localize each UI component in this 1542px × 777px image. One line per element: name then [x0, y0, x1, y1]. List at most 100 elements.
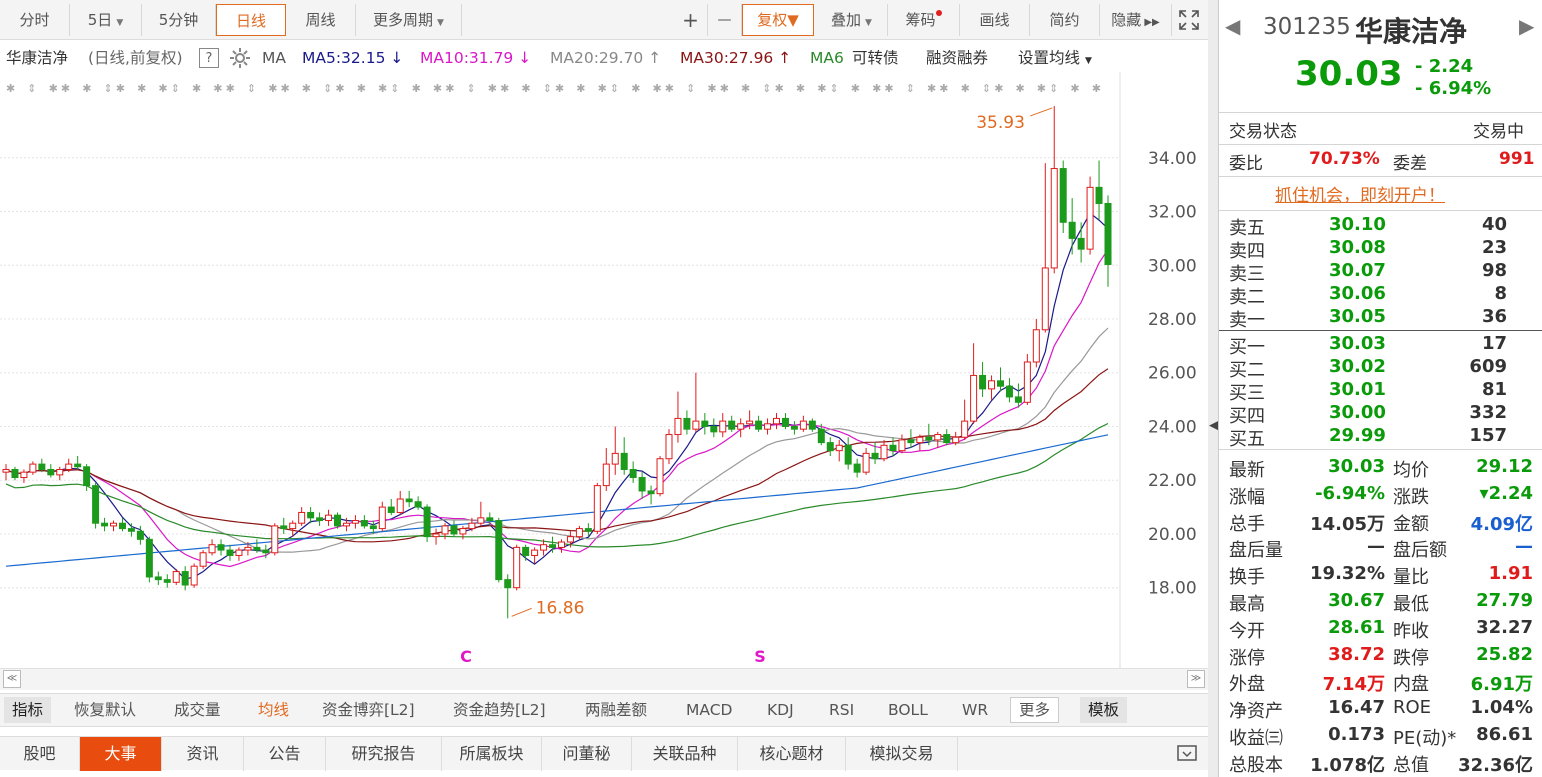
news-tab-3[interactable]: 公告	[244, 737, 326, 771]
candle-up	[468, 522, 476, 530]
status-label: 交易状态	[1229, 122, 1297, 142]
event-marker-icon: ✱	[872, 82, 881, 95]
tab-5min[interactable]: 5分钟	[142, 4, 216, 36]
news-tab-9[interactable]: 模拟交易	[846, 737, 958, 771]
bid-row[interactable]: 买三 30.01 81	[1219, 379, 1542, 404]
news-tab-2[interactable]: 资讯	[162, 737, 244, 771]
download-icon[interactable]	[1172, 737, 1202, 776]
hide-button[interactable]: 隐藏 ▶▶	[1100, 4, 1172, 36]
draw-line-button[interactable]: 画线	[960, 4, 1030, 36]
news-tab-8[interactable]: 核心题材	[738, 737, 846, 771]
event-marker-icon: ⇕	[467, 82, 476, 95]
indicator-tab-more[interactable]: 更多	[1010, 697, 1060, 723]
panel-splitter[interactable]: ◀	[1208, 0, 1219, 777]
candle-down	[790, 425, 798, 430]
indicator-tab-7[interactable]: MACD	[686, 694, 732, 726]
open-account-link[interactable]: 抓住机会，即刻开户！	[1275, 181, 1445, 206]
prev-stock-icon[interactable]: ◀	[1225, 14, 1240, 38]
news-tab-5[interactable]: 所属板块	[442, 737, 542, 771]
candle-up	[952, 436, 960, 444]
indicator-tab-5[interactable]: 资金趋势[L2]	[453, 694, 546, 726]
ask-row[interactable]: 卖四 30.08 23	[1219, 237, 1542, 262]
candle-up	[970, 374, 978, 422]
simple-mode-button[interactable]: 简约	[1030, 4, 1100, 36]
bid-row[interactable]: 买五 29.99 157	[1219, 425, 1542, 450]
candle-down	[522, 546, 530, 556]
tab-fenshi[interactable]: 分时	[0, 4, 70, 36]
indicator-tab-2[interactable]: 成交量	[174, 694, 221, 726]
candle-down	[226, 549, 234, 556]
news-tab-0[interactable]: 股吧	[0, 737, 80, 771]
candle-up	[1041, 267, 1049, 331]
tab-5day[interactable]: 5日 ▼	[70, 4, 142, 36]
restore-rights-dropdown[interactable]: 复权▼	[742, 4, 814, 36]
overlay-dropdown[interactable]: 叠加 ▼	[816, 4, 888, 36]
y-tick-label: 32.00	[1148, 203, 1197, 223]
hide-label: 隐藏	[1111, 11, 1142, 29]
price-change: - 2.24	[1415, 56, 1474, 77]
ask-row[interactable]: 卖三 30.07 98	[1219, 260, 1542, 285]
indicator-tab-template[interactable]: 模板	[1080, 697, 1128, 723]
candle-down	[826, 442, 834, 452]
indicator-tab-0[interactable]: 指标	[4, 697, 52, 723]
fullscreen-button[interactable]	[1172, 4, 1206, 36]
stat-row: 收益㈢ 0.173 PE(动)* 86.61	[1219, 724, 1542, 750]
ask-row[interactable]: 卖五 30.10 40	[1219, 214, 1542, 239]
scroll-right-icon[interactable]: ≫	[1187, 670, 1205, 688]
next-stock-icon[interactable]: ▶	[1519, 14, 1534, 38]
event-marker-icon: ✱	[884, 82, 893, 95]
bid-row[interactable]: 买四 30.00 332	[1219, 402, 1542, 427]
stat-value: 28.61	[1328, 616, 1385, 638]
indicator-tab-11[interactable]: WR	[962, 694, 988, 726]
indicator-tab-4[interactable]: 资金博弈[L2]	[322, 694, 415, 726]
chart-scrollbar[interactable]: ≪ ≫	[0, 668, 1208, 690]
tab-weekly[interactable]: 周线	[286, 4, 356, 36]
ask-row[interactable]: 卖一 30.05 36	[1219, 306, 1542, 331]
ask-row[interactable]: 卖二 30.06 8	[1219, 283, 1542, 308]
news-tab-4[interactable]: 研究报告	[326, 737, 442, 771]
indicator-tab-6[interactable]: 两融差额	[585, 694, 647, 726]
tab-daily[interactable]: 日线	[216, 4, 286, 36]
zoom-in-button[interactable]: +	[674, 4, 708, 36]
indicator-tab-10[interactable]: BOLL	[888, 694, 928, 726]
candle-down	[584, 528, 592, 532]
indicator-tab-1[interactable]: 恢复默认	[74, 694, 136, 726]
help-icon[interactable]: ?	[199, 48, 219, 68]
chevron-down-icon: ▼	[116, 18, 124, 28]
candle-down	[781, 417, 789, 427]
news-tab-6[interactable]: 问董秘	[542, 737, 632, 771]
bid-price: 30.00	[1329, 402, 1386, 423]
restore-rights-label: 复权	[757, 11, 788, 29]
convertible-bond-link[interactable]: 可转债	[852, 44, 899, 72]
chevron-down-icon: ▼	[1084, 56, 1092, 66]
indicator-tab-3[interactable]: 均线	[258, 694, 289, 726]
more-periods-dropdown[interactable]: 更多周期 ▼	[356, 4, 462, 36]
stat-value: 7.14万	[1322, 674, 1385, 696]
event-marker-icon: ✱	[82, 82, 91, 95]
news-tab-1[interactable]: 大事	[80, 737, 162, 771]
bid-row[interactable]: 买二 30.02 609	[1219, 356, 1542, 381]
event-marker-icon: ✱	[335, 82, 344, 95]
stat-label: 涨跌	[1393, 486, 1429, 508]
candlestick-chart[interactable]: ✱ ⇕ ✱ ✱ ✱ ⇕ ✱ ✱ ✱ ⇕ ✱ ✱ ✱ ⇕ ✱ ✱ ✱ ⇕ ✱ ✱ ✱ ⇕ ✱ ✱ ✱ ⇕ ✱ ✱ ✱ ⇕ ✱ ✱ ✱ ⇕ ✱ ✱ ✱ ⇕ ✱ ✱…	[0, 72, 1208, 668]
candle-down	[1059, 168, 1067, 223]
candle-up	[190, 565, 198, 586]
stat-row: 总股本 1.078亿 总值 32.36亿	[1219, 751, 1542, 777]
stat-value: 19.32%	[1310, 563, 1385, 585]
stat-row: 外盘 7.14万 内盘 6.91万	[1219, 670, 1542, 696]
stat-label: 量比	[1393, 567, 1429, 589]
bid-row[interactable]: 买一 30.03 17	[1219, 333, 1542, 358]
scroll-left-icon[interactable]: ≪	[3, 670, 21, 688]
zoom-out-button[interactable]: —	[708, 4, 742, 36]
indicator-tab-8[interactable]: KDJ	[767, 694, 794, 726]
period-toolbar: 分时 5日 ▼ 5分钟 日线 周线 更多周期 ▼ + — 复权▼ 叠加 ▼ 筹码 画线…	[0, 0, 1208, 40]
event-marker-icon: ✱	[707, 82, 716, 95]
stock-label: 华康洁净	[6, 49, 69, 67]
news-tab-7[interactable]: 关联品种	[632, 737, 738, 771]
set-ma-dropdown[interactable]: 设置均线 ▼	[1018, 44, 1092, 75]
chip-button[interactable]: 筹码	[888, 4, 960, 36]
stat-value: —	[1367, 536, 1385, 558]
margin-trading-link[interactable]: 融资融券	[926, 44, 988, 72]
indicator-tab-9[interactable]: RSI	[829, 694, 854, 726]
candle-up	[557, 541, 565, 548]
